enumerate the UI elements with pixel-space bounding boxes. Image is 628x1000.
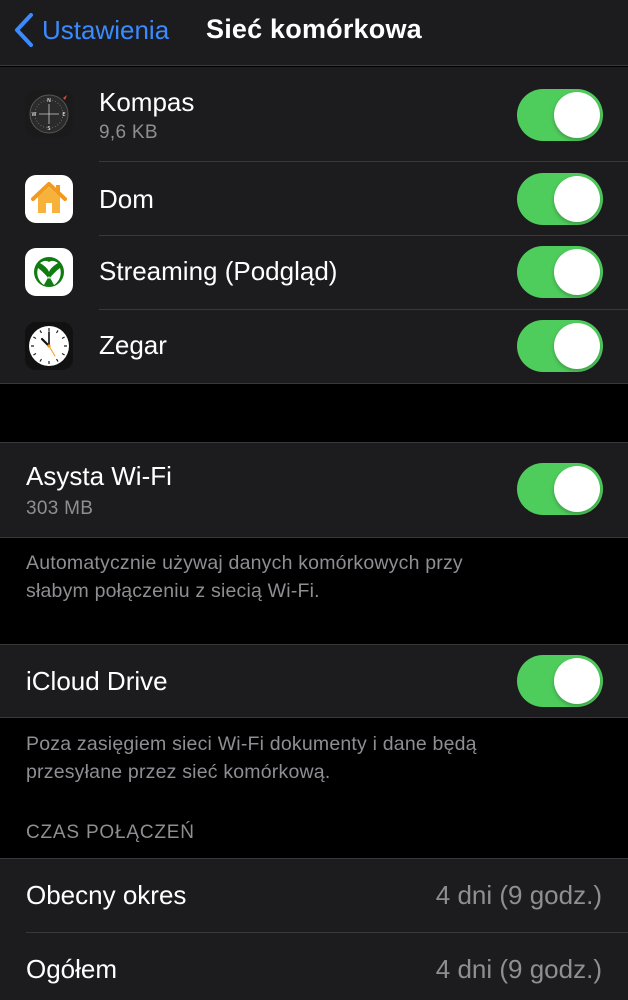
app-name: Zegar xyxy=(99,330,167,360)
call-time-row-current: Obecny okres 4 dni (9 godz.) xyxy=(0,859,628,933)
footer-line: Automatycznie używaj danych komórkowych … xyxy=(26,552,463,574)
xbox-icon xyxy=(25,248,73,296)
app-row-zegar: Zegar xyxy=(0,310,628,383)
footer-line: przesyłane przez sieć komórkową. xyxy=(26,761,331,783)
dom-toggle[interactable] xyxy=(517,173,603,225)
navigation-bar: Ustawienia Sieć komórkowa xyxy=(0,0,628,66)
toggle-knob xyxy=(554,466,600,512)
app-name: Streaming (Podgląd) xyxy=(99,256,338,286)
toggle-knob xyxy=(554,323,600,369)
call-time-row-total: Ogółem 4 dni (9 godz.) xyxy=(0,933,628,1000)
call-time-value: 4 dni (9 godz.) xyxy=(435,880,602,910)
divider xyxy=(0,383,628,384)
back-button[interactable]: Ustawienia xyxy=(14,12,169,48)
svg-text:E: E xyxy=(62,112,65,118)
divider xyxy=(0,537,628,538)
call-time-header: CZAS POŁĄCZEŃ xyxy=(26,822,195,843)
kompas-toggle[interactable] xyxy=(517,89,603,141)
svg-text:S: S xyxy=(47,126,50,132)
wifi-assist-usage: 303 MB xyxy=(26,498,94,519)
call-time-label: Ogółem xyxy=(26,954,118,984)
back-button-label: Ustawienia xyxy=(42,14,170,45)
page-title: Sieć komórkowa xyxy=(206,14,422,44)
toggle-knob xyxy=(554,92,600,138)
footer-line: Poza zasięgiem sieci Wi-Fi dokumenty i d… xyxy=(26,733,477,755)
call-time-value: 4 dni (9 godz.) xyxy=(435,954,602,984)
divider xyxy=(0,717,628,718)
call-time-label: Obecny okres xyxy=(26,880,187,910)
call-time-list: Obecny okres 4 dni (9 godz.) Ogółem 4 dn… xyxy=(0,859,628,1000)
home-icon xyxy=(25,175,73,223)
app-row-dom: Dom xyxy=(0,162,628,236)
app-usage: 9,6 KB xyxy=(99,122,158,143)
footer-line: słabym połączeniu z siecią Wi-Fi. xyxy=(26,580,320,602)
compass-icon: N S W E xyxy=(25,90,73,138)
wifi-assist-label: Asysta Wi-Fi xyxy=(26,461,172,491)
toggle-knob xyxy=(554,658,600,704)
svg-text:N: N xyxy=(47,98,51,104)
app-name: Dom xyxy=(99,184,154,214)
streaming-toggle[interactable] xyxy=(517,246,603,298)
app-name: Kompas xyxy=(99,87,195,117)
wifi-assist-toggle[interactable] xyxy=(517,463,603,515)
clock-icon xyxy=(25,322,73,370)
icloud-drive-label: iCloud Drive xyxy=(26,666,168,696)
icloud-drive-row: iCloud Drive xyxy=(0,645,628,717)
wifi-assist-row: Asysta Wi-Fi 303 MB xyxy=(0,443,628,537)
app-row-kompas: N S W E Kompas 9,6 KB xyxy=(0,67,628,162)
icloud-drive-toggle[interactable] xyxy=(517,655,603,707)
chevron-left-icon xyxy=(15,13,33,47)
icloud-drive-footer: Poza zasięgiem sieci Wi-Fi dokumenty i d… xyxy=(26,730,586,786)
toggle-knob xyxy=(554,249,600,295)
apps-list: N S W E Kompas 9,6 KB Dom Streaming (Pod… xyxy=(0,67,628,383)
app-row-streaming: Streaming (Podgląd) xyxy=(0,236,628,310)
wifi-assist-footer: Automatycznie używaj danych komórkowych … xyxy=(26,549,586,605)
toggle-knob xyxy=(554,176,600,222)
svg-text:W: W xyxy=(32,112,37,118)
zegar-toggle[interactable] xyxy=(517,320,603,372)
